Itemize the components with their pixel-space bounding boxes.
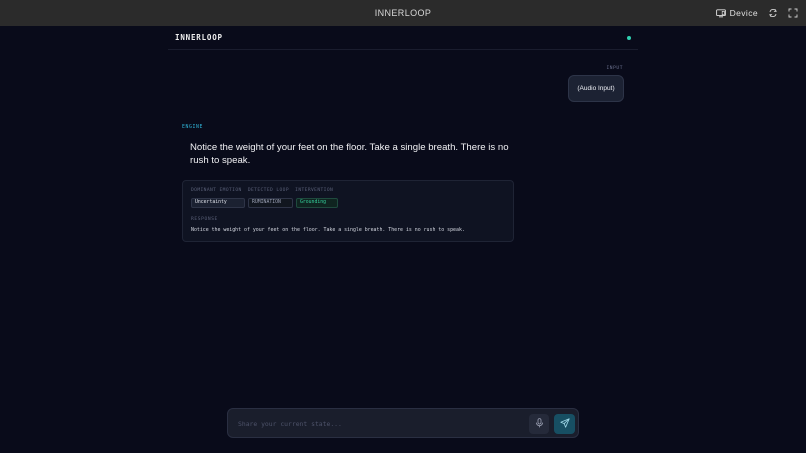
analysis-headers: DOMINANT EMOTION DETECTED LOOP INTERVENT… — [191, 188, 336, 193]
brand-logo: INNERLOOP — [175, 33, 223, 42]
status-indicator — [627, 36, 631, 40]
header-detected-loop: DETECTED LOOP — [247, 188, 289, 193]
engine-headline: Notice the weight of your feet on the fl… — [190, 142, 509, 166]
window-controls: Device — [715, 0, 798, 26]
mic-button[interactable] — [529, 414, 549, 434]
app-header: INNERLOOP — [168, 26, 638, 50]
state-input[interactable] — [238, 417, 518, 431]
loop-chip: RUMINATION — [248, 198, 293, 208]
rotate-icon[interactable] — [768, 8, 778, 18]
mic-icon — [535, 415, 544, 433]
device-icon — [715, 8, 726, 18]
window-title: INNERLOOP — [374, 8, 432, 18]
send-icon — [559, 415, 570, 433]
fullscreen-icon[interactable] — [788, 8, 798, 18]
window-title-bar: INNERLOOP Device — [0, 0, 806, 26]
device-button[interactable]: Device — [715, 8, 758, 18]
message-composer — [227, 408, 579, 438]
response-text: Notice the weight of your feet on the fl… — [191, 227, 465, 233]
send-button[interactable] — [554, 414, 575, 434]
analysis-card: DOMINANT EMOTION DETECTED LOOP INTERVENT… — [182, 180, 514, 242]
intervention-chip: Grounding — [296, 198, 338, 208]
header-dominant-emotion: DOMINANT EMOTION — [191, 188, 242, 193]
header-intervention: INTERVENTION — [295, 188, 334, 193]
engine-label: ENGINE — [182, 125, 203, 130]
emotion-chip: Uncertainty — [191, 198, 245, 208]
response-label: RESPONSE — [191, 217, 218, 222]
user-message-bubble: (Audio Input) — [568, 75, 624, 102]
input-label: INPUT — [606, 66, 623, 71]
device-label: Device — [729, 8, 758, 18]
